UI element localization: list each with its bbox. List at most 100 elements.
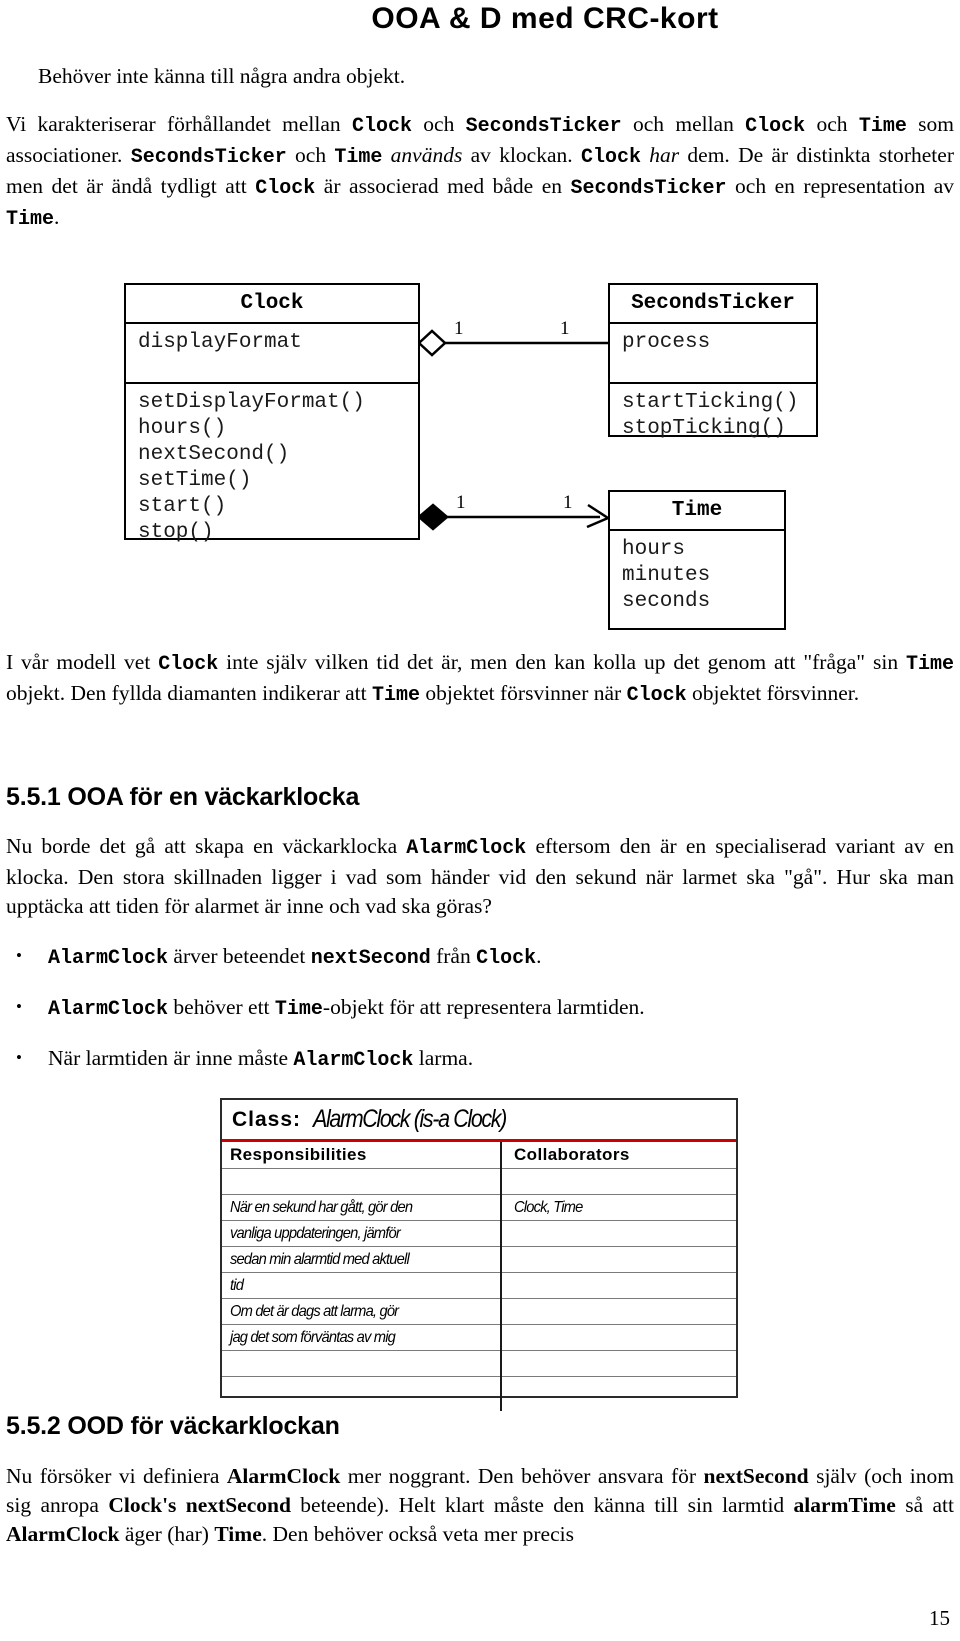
uml-operations-compartment: setDisplayFormat() hours() nextSecond() … <box>126 384 418 552</box>
bullet-icon: • <box>16 946 22 965</box>
open-arrowhead-icon <box>586 503 611 529</box>
crc-collaborator-cell <box>502 1325 736 1351</box>
crc-grid: Responsibilities När en sekund har gått,… <box>222 1142 736 1411</box>
text-fragment: . <box>54 205 60 229</box>
text-fragment: larma. <box>413 1046 474 1070</box>
multiplicity-clock-time-target: 1 <box>563 492 573 513</box>
text-fragment: och <box>805 112 859 136</box>
text-fragment: Nu borde det gå att skapa en väckarklock… <box>6 834 407 858</box>
text-fragment: mer noggrant. Den behöver ansvara för <box>340 1464 704 1488</box>
crc-class-label: Class: <box>232 1107 302 1131</box>
text-fragment: objektet försvinner när <box>420 681 627 705</box>
list-item: • När larmtiden är inne måste AlarmClock… <box>6 1044 946 1075</box>
uml-attribute: seconds <box>622 590 711 613</box>
uml-attribute: minutes <box>622 564 711 587</box>
uml-attributes-compartment: process <box>610 324 816 384</box>
text-fragment: behöver ett <box>168 995 275 1019</box>
emphasis-anvands: används <box>382 143 463 167</box>
text-fragment: . Den behöver också veta mer precis <box>261 1522 574 1546</box>
uml-operations-compartment: startTicking() stopTicking() <box>610 384 816 448</box>
crc-collaborator-cell <box>502 1273 736 1299</box>
crc-collaborator-cell <box>502 1221 736 1247</box>
code-clock: Clock <box>580 146 641 169</box>
crc-responsibility-cell: Om det är dags att larma, gör <box>222 1299 500 1325</box>
crc-collaborator-cell <box>502 1299 736 1325</box>
uml-class-name: SecondsTicker <box>610 285 816 324</box>
section-552-paragraph: Nu försöker vi definiera AlarmClock mer … <box>6 1462 954 1549</box>
hollow-diamond-icon <box>417 329 447 357</box>
text-fragment: från <box>430 944 477 968</box>
uml-attributes-compartment: displayFormat <box>126 324 418 384</box>
code-time: Time <box>371 684 420 707</box>
text-fragment: . <box>536 944 542 968</box>
code-secondsticker: SecondsTicker <box>130 146 287 169</box>
bullet-icon: • <box>16 1048 22 1067</box>
code-time: Time <box>858 115 907 138</box>
list-item: • AlarmClock ärver beteendet nextSecond … <box>6 942 946 973</box>
section-551-paragraph: Nu borde det gå att skapa en väckarklock… <box>6 832 954 921</box>
bold-alarmclock: AlarmClock <box>6 1522 120 1546</box>
filled-diamond-icon <box>417 503 449 531</box>
text-fragment: inte själv vilken tid det är, men den ka… <box>218 650 906 674</box>
uml-attribute: displayFormat <box>138 331 302 354</box>
text-fragment: beteende). Helt klart måste den känna ti… <box>290 1493 794 1517</box>
intro-line: Behöver inte känna till några andra obje… <box>6 62 954 91</box>
crc-collaborator-cell <box>502 1351 736 1377</box>
multiplicity-clock-secondsticker-target: 1 <box>560 318 570 339</box>
uml-class-clock: Clock displayFormat setDisplayFormat() h… <box>124 283 420 544</box>
uml-attribute: hours <box>622 538 686 561</box>
crc-card: Class: AlarmClock (is-a Clock) Responsib… <box>220 1098 738 1411</box>
heading-5-5-1: 5.5.1 OOA för en väckarklocka <box>6 783 360 811</box>
crc-class-value: AlarmClock (is-a Clock) <box>313 1105 507 1133</box>
crc-column-collaborators: Collaborators Clock, Time <box>502 1142 736 1411</box>
crc-collaborator-cell: Clock, Time <box>502 1195 736 1221</box>
code-nextsecond: nextSecond <box>310 947 431 970</box>
multiplicity-clock-time-source: 1 <box>456 492 466 513</box>
crc-column-header: Collaborators <box>502 1142 736 1169</box>
crc-collaborator-cell <box>502 1377 736 1411</box>
code-clock: Clock <box>255 177 316 200</box>
code-clock: Clock <box>476 947 537 970</box>
code-clock: Clock <box>351 115 412 138</box>
text-fragment: och <box>286 143 335 167</box>
intro-paragraph: Vi karakteriserar förhållandet mellan Cl… <box>6 110 954 234</box>
crc-collaborator-cell <box>502 1169 736 1195</box>
uml-operation: start() <box>138 495 227 518</box>
text-fragment: och mellan <box>621 112 746 136</box>
uml-operation: setTime() <box>138 469 252 492</box>
uml-operation: startTicking() <box>622 391 799 414</box>
uml-class-secondsticker: SecondsTicker process startTicking() sto… <box>608 283 818 440</box>
bullet-list: • AlarmClock ärver beteendet nextSecond … <box>6 942 946 1095</box>
bold-nextsecond: nextSecond <box>703 1464 809 1488</box>
code-clock: Clock <box>626 684 687 707</box>
uml-operation: stop() <box>138 521 214 544</box>
crc-collaborator-cell <box>502 1247 736 1273</box>
bold-time: Time <box>214 1522 262 1546</box>
page-number: 15 <box>929 1606 950 1630</box>
text-fragment: objekt. Den fyllda diamanten indikerar a… <box>6 681 372 705</box>
text-fragment: ärver beteendet <box>168 944 311 968</box>
text-fragment: så att <box>895 1493 954 1517</box>
code-time: Time <box>334 146 383 169</box>
text-fragment: av klockan. <box>462 143 581 167</box>
code-alarmclock: AlarmClock <box>406 837 527 860</box>
text-fragment: och <box>412 112 466 136</box>
multiplicity-clock-secondsticker-source: 1 <box>454 318 464 339</box>
code-secondsticker: SecondsTicker <box>465 115 622 138</box>
crc-class-row: Class: AlarmClock (is-a Clock) <box>222 1100 736 1142</box>
code-alarmclock: AlarmClock <box>48 998 169 1021</box>
crc-column-header: Responsibilities <box>222 1142 500 1169</box>
crc-responsibility-cell: sedan min alarmtid med aktuell <box>222 1247 500 1273</box>
code-alarmclock: AlarmClock <box>293 1049 414 1072</box>
code-time: Time <box>6 208 55 231</box>
code-clock: Clock <box>158 653 219 676</box>
uml-attributes-compartment: hours minutes seconds <box>610 531 784 621</box>
emphasis-har: har <box>640 143 680 167</box>
bold-clocks-nextsecond: Clock's nextSecond <box>108 1493 291 1517</box>
uml-class-time: Time hours minutes seconds <box>608 490 786 630</box>
code-time: Time <box>274 998 323 1021</box>
crc-responsibility-cell <box>222 1351 500 1377</box>
text-fragment: När larmtiden är inne måste <box>48 1046 294 1070</box>
text-fragment: Nu försöker vi definiera <box>6 1464 227 1488</box>
uml-operation: hours() <box>138 417 227 440</box>
